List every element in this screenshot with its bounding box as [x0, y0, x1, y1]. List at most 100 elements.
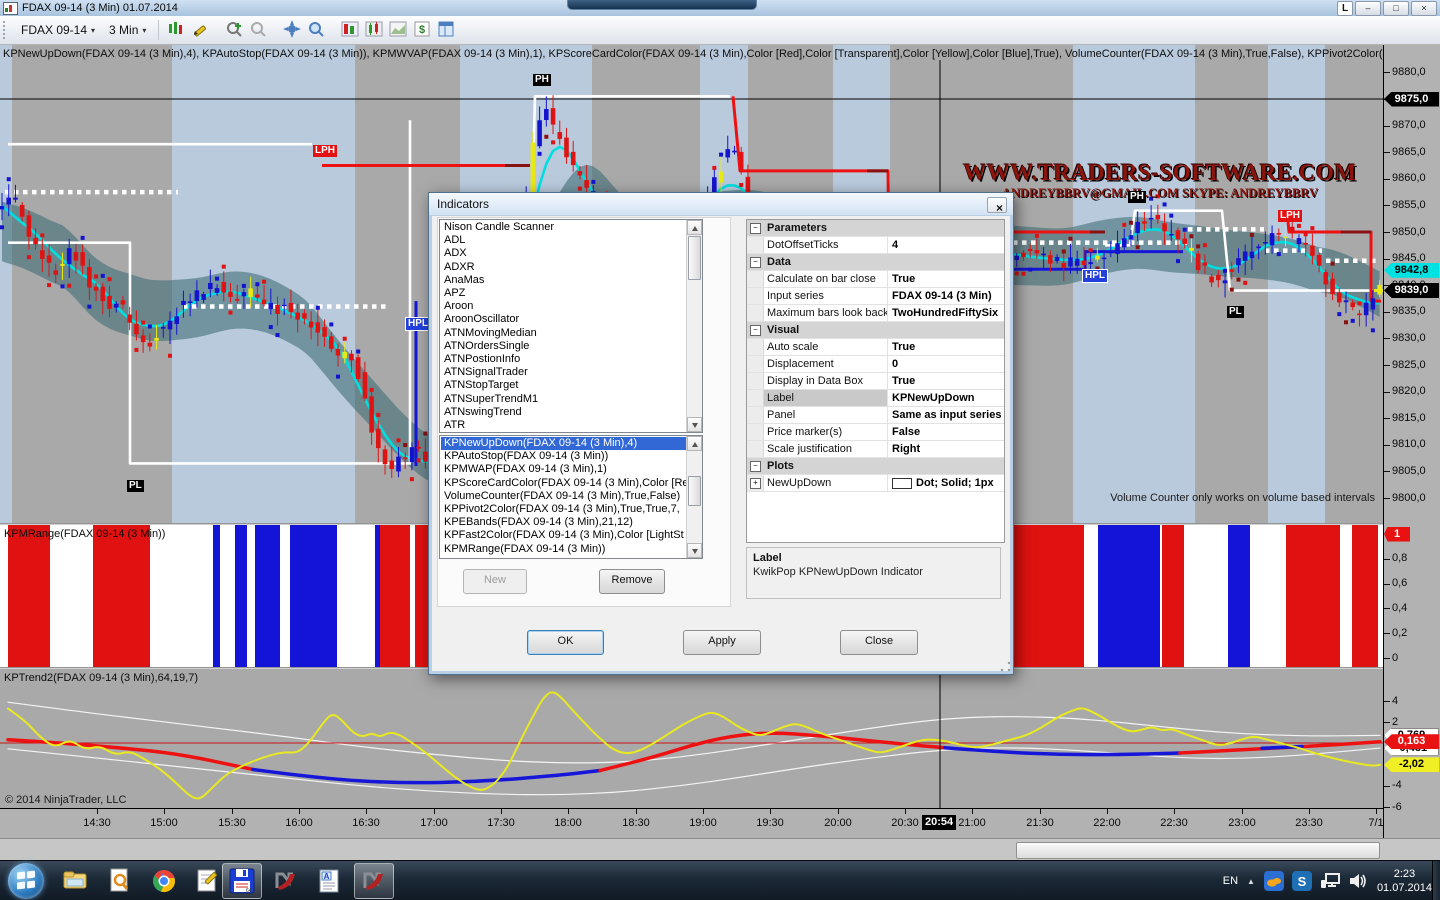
list-scrollbar[interactable]: [686, 436, 702, 558]
property-value[interactable]: Same as input series: [888, 407, 1004, 423]
ninjatrader-icon[interactable]: [266, 863, 306, 899]
bars-icon[interactable]: [339, 18, 361, 40]
close-dialog-button[interactable]: Close: [840, 630, 918, 655]
scroll-up-icon[interactable]: [687, 220, 702, 235]
configured-indicator-item[interactable]: KPPivot2Color(FDAX 09-14 (3 Min),True,Tr…: [441, 503, 686, 516]
property-value[interactable]: True: [888, 373, 1004, 389]
property-section[interactable]: −Data: [747, 254, 1004, 271]
configured-indicators-list[interactable]: KPNewUpDown(FDAX 09-14 (3 Min),4)KPAutoS…: [439, 435, 703, 559]
properties-grid[interactable]: −ParametersDotOffsetTicks4−DataCalculate…: [746, 219, 1005, 543]
available-indicator-item[interactable]: ATNMovingMedian: [441, 327, 686, 340]
configured-indicator-item[interactable]: KPMWAP(FDAX 09-14 (3 Min),1): [441, 463, 686, 476]
chart-style-icon[interactable]: [165, 18, 187, 40]
configured-indicator-item[interactable]: KPAutoStop(FDAX 09-14 (3 Min)): [441, 450, 686, 463]
indicators-dialog[interactable]: Indicators × Nison Candle ScannerADLADXA…: [428, 192, 1014, 675]
property-row[interactable]: Scale justificationRight: [747, 441, 1004, 458]
property-section[interactable]: −Plots: [747, 458, 1004, 475]
property-section[interactable]: −Parameters: [747, 220, 1004, 237]
close-button[interactable]: ×: [1411, 1, 1437, 16]
property-value[interactable]: KPNewUpDown: [888, 390, 1004, 406]
configured-indicator-item[interactable]: VolumeCounter(FDAX 09-14 (3 Min),True,Fa…: [441, 490, 686, 503]
apply-button[interactable]: Apply: [683, 630, 761, 655]
ninjatrader-icon-active[interactable]: [354, 863, 394, 899]
instrument-selector[interactable]: FDAX 09-14 ▾: [14, 20, 102, 40]
cloud-icon[interactable]: [1264, 871, 1284, 891]
trend-indicator-panel[interactable]: KPTrend2(FDAX 09-14 (3 Min),64,19,7) © 2…: [0, 669, 1383, 808]
ok-button[interactable]: OK: [527, 630, 604, 655]
property-row[interactable]: Display in Data BoxTrue: [747, 373, 1004, 390]
property-value[interactable]: True: [888, 339, 1004, 355]
available-indicator-item[interactable]: AroonOscillator: [441, 313, 686, 326]
explorer-icon[interactable]: [56, 863, 96, 899]
scroll-up-icon[interactable]: [687, 436, 702, 451]
configured-indicator-item[interactable]: KPNewUpDown(FDAX 09-14 (3 Min),4): [441, 437, 686, 450]
chrome-icon[interactable]: [144, 863, 184, 899]
configured-indicator-item[interactable]: KPEBands(FDAX 09-14 (3 Min),21,12): [441, 516, 686, 529]
property-value[interactable]: False: [888, 424, 1004, 440]
property-row[interactable]: LabelKPNewUpDown: [747, 390, 1004, 407]
available-indicator-item[interactable]: ATNSuperTrendM1: [441, 393, 686, 406]
window-l-button[interactable]: L: [1337, 1, 1353, 16]
area-icon[interactable]: [387, 18, 409, 40]
available-indicator-item[interactable]: ATNPostionInfo: [441, 353, 686, 366]
collapse-icon[interactable]: −: [750, 461, 761, 472]
taskbar-clock[interactable]: 2:23 01.07.2014: [1377, 867, 1432, 895]
configured-indicator-item[interactable]: KPFast2Color(FDAX 09-14 (3 Min),Color [L…: [441, 529, 686, 542]
available-indicator-item[interactable]: Nison Candle Scanner: [441, 221, 686, 234]
collapse-icon[interactable]: −: [750, 223, 761, 234]
floppy-icon-active[interactable]: 64: [222, 863, 262, 899]
property-value[interactable]: 0: [888, 356, 1004, 372]
docked-panel-tab[interactable]: [567, 0, 757, 10]
property-value[interactable]: FDAX 09-14 (3 Min): [888, 288, 1004, 304]
dollar-icon[interactable]: $: [411, 18, 433, 40]
available-indicator-item[interactable]: ATNswingTrend: [441, 406, 686, 419]
scroll-down-icon[interactable]: [687, 417, 702, 432]
available-indicator-item[interactable]: ADXR: [441, 261, 686, 274]
property-value[interactable]: True: [888, 271, 1004, 287]
available-indicator-item[interactable]: ATNStopTarget: [441, 379, 686, 392]
property-value[interactable]: Dot; Solid; 1px: [888, 475, 1004, 491]
expand-icon[interactable]: +: [750, 478, 761, 489]
property-row[interactable]: Auto scaleTrue: [747, 339, 1004, 356]
maximize-button[interactable]: □: [1383, 1, 1409, 16]
remove-button[interactable]: Remove: [599, 569, 665, 594]
show-desktop-button[interactable]: [1432, 861, 1440, 900]
time-axis[interactable]: 14:3015:0015:3016:0016:3017:0017:3018:00…: [0, 808, 1383, 839]
window-titlebar[interactable]: FDAX 09-14 (3 Min) 01.07.2014 L – □ ×: [0, 0, 1440, 17]
pencil-icon[interactable]: [189, 18, 211, 40]
configured-indicator-item[interactable]: KPMRange(FDAX 09-14 (3 Min)): [441, 543, 686, 556]
resize-grip[interactable]: [1000, 661, 1011, 672]
horizontal-scrollbar[interactable]: [0, 838, 1440, 861]
available-indicator-item[interactable]: ADL: [441, 234, 686, 247]
tray-expand-icon[interactable]: ▲: [1247, 877, 1255, 886]
property-row[interactable]: Input seriesFDAX 09-14 (3 Min): [747, 288, 1004, 305]
collapse-icon[interactable]: −: [750, 257, 761, 268]
zoom-out-icon[interactable]: [247, 18, 269, 40]
speaker-icon[interactable]: [1348, 871, 1368, 891]
property-row[interactable]: +NewUpDownDot; Solid; 1px: [747, 475, 1004, 492]
minimize-button[interactable]: –: [1355, 1, 1381, 16]
toolbar-grip[interactable]: [3, 21, 9, 39]
property-row[interactable]: DotOffsetTicks4: [747, 237, 1004, 254]
property-value[interactable]: 4: [888, 237, 1004, 253]
scroll-down-icon[interactable]: [687, 543, 702, 558]
scroll-thumb[interactable]: [688, 236, 701, 280]
property-row[interactable]: Calculate on bar closeTrue: [747, 271, 1004, 288]
interval-selector[interactable]: 3 Min ▾: [102, 20, 153, 40]
skype-icon[interactable]: S: [1292, 871, 1312, 891]
available-indicator-item[interactable]: APZ: [441, 287, 686, 300]
available-indicator-item[interactable]: ATR: [441, 419, 686, 431]
collapse-icon[interactable]: −: [750, 325, 761, 336]
grid-icon[interactable]: [435, 18, 457, 40]
property-row[interactable]: PanelSame as input series: [747, 407, 1004, 424]
available-indicator-item[interactable]: Aroon: [441, 300, 686, 313]
list-scrollbar[interactable]: [686, 220, 702, 432]
property-value[interactable]: TwoHundredFiftySix: [888, 305, 1004, 321]
zoom-in-icon[interactable]: [223, 18, 245, 40]
network-icon[interactable]: [1320, 871, 1340, 891]
dialog-close-button[interactable]: ×: [987, 197, 1007, 213]
search-icon[interactable]: [100, 863, 140, 899]
property-section[interactable]: −Visual: [747, 322, 1004, 339]
available-indicator-item[interactable]: AnaMas: [441, 274, 686, 287]
new-button[interactable]: New: [463, 569, 527, 594]
